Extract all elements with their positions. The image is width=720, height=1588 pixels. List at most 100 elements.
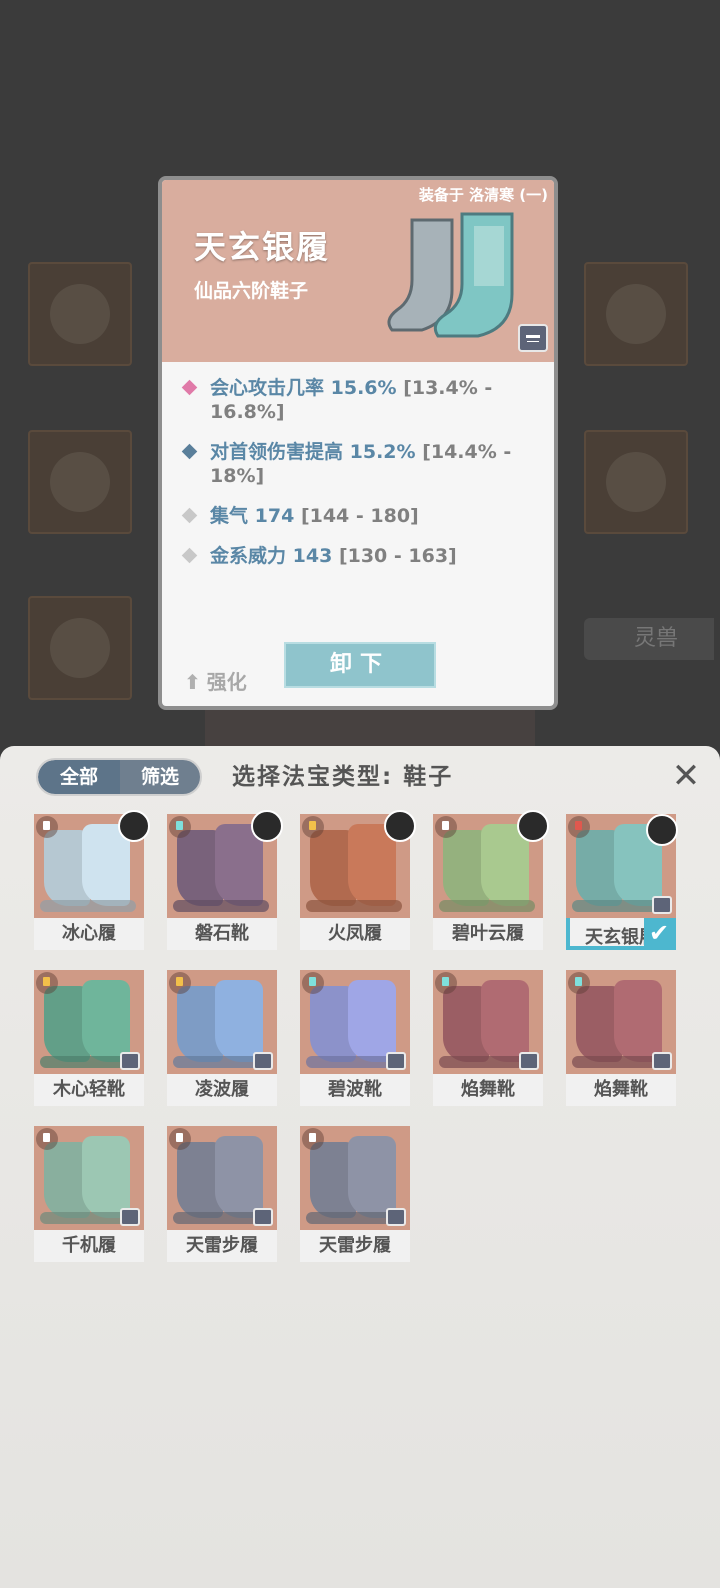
- stat-range: [144 - 180]: [300, 505, 419, 527]
- diamond-icon: [181, 379, 198, 396]
- boot-type-icon: [169, 816, 191, 838]
- stat-row: 会心攻击几率 15.6% [13.4% - 16.8%]: [180, 376, 546, 424]
- item-detail-card: 装备于 洛清寒 (一) 天玄银履 仙品六阶鞋子 会心攻击几率 15.6% [13…: [158, 176, 558, 710]
- item-tile[interactable]: 冰心履: [34, 810, 150, 950]
- stat-range: [130 - 163]: [338, 545, 457, 567]
- panel-title: 选择法宝类型: 鞋子: [232, 764, 454, 790]
- boots-icon: [433, 970, 543, 1074]
- character-avatar: [646, 814, 678, 846]
- up-arrow-icon: ⬆: [184, 670, 201, 694]
- item-grade: 仙品六阶鞋子: [194, 280, 309, 302]
- item-name: 天玄银履: [194, 228, 331, 266]
- item-name-label: 碧叶云履: [452, 923, 524, 944]
- filter-screen-tab[interactable]: 筛选: [120, 760, 200, 794]
- item-tile[interactable]: 火凤履: [300, 810, 416, 950]
- item-tile[interactable]: 木心轻靴: [34, 970, 144, 1106]
- item-tile[interactable]: 焰舞靴: [566, 970, 676, 1106]
- item-tile[interactable]: 凌波履: [167, 970, 277, 1106]
- boot-type-icon: [36, 972, 58, 994]
- stat-row: 集气 174 [144 - 180]: [180, 504, 546, 528]
- item-tile[interactable]: 磐石靴: [167, 810, 283, 950]
- enhance-label: 强化: [206, 670, 247, 694]
- character-avatar: [251, 810, 283, 842]
- stat-name: 金系威力: [210, 545, 287, 567]
- stat-row: 金系威力 143 [130 - 163]: [180, 544, 546, 568]
- stat-value: 15.2%: [349, 441, 416, 463]
- boot-type-icon: [36, 1128, 58, 1150]
- checkmark-icon: ✔: [644, 918, 674, 948]
- equip-slot-armor[interactable]: [28, 430, 132, 534]
- boots-icon: [34, 970, 144, 1074]
- filter-toggle: 全部 筛选: [36, 758, 202, 796]
- diamond-icon: [181, 443, 198, 460]
- item-tile[interactable]: 天雷步履: [167, 1126, 277, 1262]
- item-name-label: 焰舞靴: [594, 1079, 648, 1100]
- equip-slot-accessory[interactable]: [584, 262, 688, 366]
- boot-type-icon: [36, 816, 58, 838]
- boot-type-icon: [302, 1128, 324, 1150]
- item-header: 装备于 洛清寒 (一) 天玄银履 仙品六阶鞋子: [162, 180, 554, 362]
- stat-list: 会心攻击几率 15.6% [13.4% - 16.8%] 对首领伤害提高 15.…: [180, 376, 546, 584]
- stat-name: 会心攻击几率: [210, 377, 325, 399]
- lock-icon: [386, 1052, 406, 1070]
- lock-icon: [120, 1052, 140, 1070]
- boots-icon: [167, 1126, 277, 1230]
- item-name-label: 木心轻靴: [53, 1079, 125, 1100]
- stat-value: 143: [292, 545, 333, 567]
- spirit-beast-tab[interactable]: 灵兽: [584, 618, 714, 660]
- boot-type-icon: [302, 972, 324, 994]
- item-tile[interactable]: 千机履: [34, 1126, 144, 1262]
- boots-icon: [167, 970, 277, 1074]
- boot-type-icon: [169, 972, 191, 994]
- lock-icon: [253, 1208, 273, 1226]
- boot-type-icon: [169, 1128, 191, 1150]
- item-name-label: 千机履: [62, 1235, 116, 1256]
- boot-type-icon: [568, 816, 590, 838]
- close-icon[interactable]: ✕: [668, 756, 704, 796]
- character-avatar: [118, 810, 150, 842]
- item-tile[interactable]: 天玄银履 ✔: [566, 814, 678, 950]
- equip-slot-orb[interactable]: [584, 430, 688, 534]
- item-tile[interactable]: 碧波靴: [300, 970, 410, 1106]
- item-name-label: 焰舞靴: [461, 1079, 515, 1100]
- boot-type-icon: [435, 816, 457, 838]
- item-name-label: 天雷步履: [186, 1235, 258, 1256]
- filter-all-tab[interactable]: 全部: [38, 760, 120, 794]
- boots-icon: [34, 1126, 144, 1230]
- item-name-label: 天雷步履: [319, 1235, 391, 1256]
- item-tile[interactable]: 天雷步履: [300, 1126, 410, 1262]
- item-name-label: 凌波履: [195, 1079, 249, 1100]
- boots-icon: [300, 970, 410, 1074]
- boots-icon: [300, 1126, 410, 1230]
- lock-icon: [386, 1208, 406, 1226]
- lock-icon: [652, 1052, 672, 1070]
- lock-icon[interactable]: [518, 324, 548, 352]
- boot-type-icon: [435, 972, 457, 994]
- unequip-button[interactable]: 卸下: [284, 642, 436, 688]
- boots-icon: [566, 970, 676, 1074]
- boot-type-icon: [302, 816, 324, 838]
- diamond-icon: [181, 507, 198, 524]
- character-avatar: [517, 810, 549, 842]
- equip-slot-weapon[interactable]: [28, 262, 132, 366]
- stat-value: 15.6%: [330, 377, 397, 399]
- stat-row: 对首领伤害提高 15.2% [14.4% - 18%]: [180, 440, 546, 488]
- stat-name: 对首领伤害提高: [210, 441, 344, 463]
- item-tile[interactable]: 焰舞靴: [433, 970, 543, 1106]
- lock-icon: [120, 1208, 140, 1226]
- item-name-label: 火凤履: [328, 923, 382, 944]
- selection-panel: 全部 筛选 选择法宝类型: 鞋子 ✕ 冰心履 磐石靴 火凤履 碧叶云履 天玄银履 ✔ 木心轻…: [0, 746, 720, 1588]
- item-name-label: 冰心履: [62, 923, 116, 944]
- lock-icon: [519, 1052, 539, 1070]
- boot-type-icon: [568, 972, 590, 994]
- item-name-label: 磐石靴: [195, 923, 249, 944]
- character-avatar: [384, 810, 416, 842]
- stat-value: 174: [254, 505, 295, 527]
- equip-slot-shoes[interactable]: [28, 596, 132, 700]
- item-name-label: 碧波靴: [328, 1079, 382, 1100]
- stat-name: 集气: [210, 505, 249, 527]
- enhance-button[interactable]: ⬆ 强化: [184, 666, 247, 695]
- item-tile[interactable]: 碧叶云履: [433, 810, 549, 950]
- lock-icon: [652, 896, 672, 914]
- lock-icon: [253, 1052, 273, 1070]
